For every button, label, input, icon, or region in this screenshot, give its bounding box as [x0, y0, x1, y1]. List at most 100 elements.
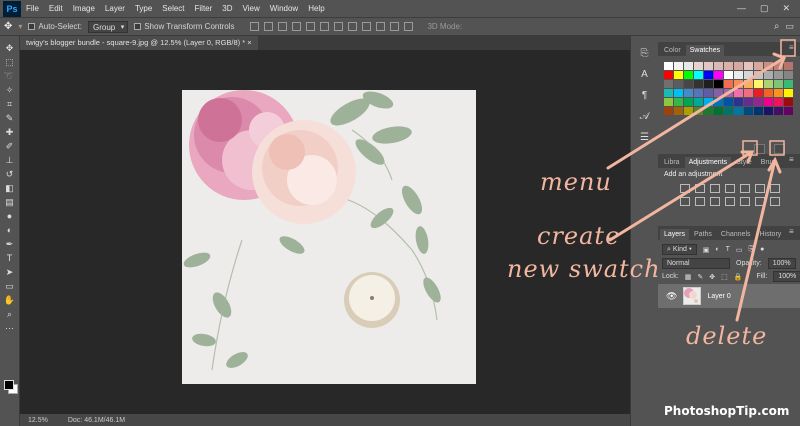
swatch-color[interactable] [664, 71, 673, 79]
swatch-color[interactable] [684, 71, 693, 79]
menu-view[interactable]: View [238, 4, 265, 13]
minimize-button[interactable]: — [737, 3, 746, 14]
menu-image[interactable]: Image [68, 4, 100, 13]
swatch-color[interactable] [734, 89, 743, 97]
gradient-tool-icon[interactable]: ▤ [3, 196, 17, 208]
tab-adjustments[interactable]: Adjustments [684, 157, 732, 168]
swatch-color[interactable] [784, 71, 793, 79]
menu-file[interactable]: File [21, 4, 44, 13]
swatch-color[interactable] [784, 98, 793, 106]
menu-layer[interactable]: Layer [100, 4, 130, 13]
swatch-color[interactable] [734, 71, 743, 79]
swatch-color[interactable] [704, 71, 713, 79]
color-lookup-icon[interactable] [725, 197, 735, 206]
lock-artboard-icon[interactable]: ⬚ [721, 273, 728, 281]
swatch-color[interactable] [694, 80, 703, 88]
pen-tool-icon[interactable]: ✒ [3, 238, 17, 250]
swatch-color[interactable] [724, 89, 733, 97]
swatch-color[interactable] [714, 71, 723, 79]
align-bottom-icon[interactable] [278, 22, 288, 31]
type-tool-icon[interactable]: T [3, 252, 17, 264]
layers-panel-menu-icon[interactable]: ≡ [789, 228, 797, 236]
brightness-contrast-icon[interactable] [680, 184, 690, 193]
tab-brushes[interactable]: Brus [757, 157, 779, 168]
menu-window[interactable]: Window [265, 4, 303, 13]
swatch-color[interactable] [734, 107, 743, 115]
distribute-bottom-icon[interactable] [362, 22, 372, 31]
swatch-color[interactable] [784, 62, 793, 70]
swatch-color[interactable] [684, 107, 693, 115]
swatch-color[interactable] [684, 98, 693, 106]
swatch-color[interactable] [714, 80, 723, 88]
menu-edit[interactable]: Edit [44, 4, 68, 13]
swatch-color[interactable] [774, 107, 783, 115]
delete-swatch-button[interactable] [774, 144, 785, 154]
blur-tool-icon[interactable]: ● [3, 210, 17, 222]
swatch-color[interactable] [754, 107, 763, 115]
healing-brush-tool-icon[interactable]: ✚ [3, 126, 17, 138]
photo-filter-icon[interactable] [695, 197, 705, 206]
glyphs-panel-icon[interactable]: 𝒜 [640, 111, 649, 122]
workspace-icon[interactable]: ▭ [785, 21, 794, 32]
swatch-color[interactable] [744, 62, 753, 70]
swatch-color[interactable] [714, 107, 723, 115]
shape-filter-icon[interactable]: ▭ [736, 246, 743, 254]
swatch-color[interactable] [714, 98, 723, 106]
swatch-color[interactable] [734, 62, 743, 70]
menu-help[interactable]: Help [303, 4, 329, 13]
tool-preset-icon[interactable]: ▾ [18, 22, 22, 31]
swatch-color[interactable] [674, 98, 683, 106]
swatch-color[interactable] [704, 89, 713, 97]
swatch-color[interactable] [724, 62, 733, 70]
swatch-color[interactable] [764, 80, 773, 88]
channel-mixer-icon[interactable] [710, 197, 720, 206]
blend-mode-dropdown[interactable]: Normal [662, 258, 730, 269]
lock-all-icon[interactable]: 🔒 [734, 273, 743, 281]
tab-history[interactable]: History [756, 229, 786, 240]
swatch-color[interactable] [784, 89, 793, 97]
vibrance-icon[interactable] [740, 184, 750, 193]
align-vcenter-icon[interactable] [264, 22, 274, 31]
black-white-icon[interactable] [680, 197, 690, 206]
tab-libraries[interactable]: Libra [660, 157, 684, 168]
swatch-color[interactable] [674, 107, 683, 115]
lock-image-icon[interactable]: ✎ [697, 273, 703, 281]
swatch-color[interactable] [764, 62, 773, 70]
eraser-tool-icon[interactable]: ◧ [3, 182, 17, 194]
swatch-color[interactable] [674, 62, 683, 70]
align-left-icon[interactable] [292, 22, 302, 31]
clone-stamp-tool-icon[interactable]: ⊥ [3, 154, 17, 166]
more-tools-icon[interactable]: ⋯ [3, 322, 17, 334]
layer-kind-filter[interactable]: ⌕ Kind ▾ [662, 244, 697, 255]
distribute-hcenter-icon[interactable] [390, 22, 400, 31]
opacity-field[interactable]: 100% [767, 258, 796, 269]
invert-icon[interactable] [740, 197, 750, 206]
create-new-swatch-button[interactable] [754, 144, 765, 154]
auto-select-option[interactable]: Auto-Select: [28, 22, 82, 31]
marquee-tool-icon[interactable]: ⬚ [3, 56, 17, 68]
swatch-color[interactable] [664, 98, 673, 106]
distribute-right-icon[interactable] [404, 22, 414, 31]
history-brush-tool-icon[interactable]: ↺ [3, 168, 17, 180]
swatch-color[interactable] [674, 71, 683, 79]
pixel-filter-icon[interactable]: ▣ [703, 246, 710, 254]
swatch-color[interactable] [774, 98, 783, 106]
align-right-icon[interactable] [320, 22, 330, 31]
swatch-color[interactable] [774, 62, 783, 70]
move-tool-icon[interactable]: ✥ [4, 21, 12, 32]
tab-color[interactable]: Color [660, 45, 685, 56]
search-icon[interactable]: ⌕ [774, 21, 780, 32]
zoom-tool-icon[interactable]: ⌕ [3, 308, 17, 320]
auto-select-dropdown[interactable]: Group [87, 20, 129, 33]
history-panel-icon[interactable]: ⎘ [641, 48, 649, 59]
document-tab[interactable]: twigy's blogger bundle - square-9.jpg @ … [20, 36, 258, 50]
swatch-color[interactable] [774, 71, 783, 79]
swatch-color[interactable] [764, 107, 773, 115]
swatch-color[interactable] [784, 107, 793, 115]
swatch-color[interactable] [734, 80, 743, 88]
tab-channels[interactable]: Channels [717, 229, 755, 240]
swatch-color[interactable] [774, 80, 783, 88]
swatches-panel-menu-icon[interactable]: ≡ [789, 44, 797, 52]
adjustment-filter-icon[interactable]: ◐ [715, 246, 719, 253]
swatch-color[interactable] [754, 89, 763, 97]
